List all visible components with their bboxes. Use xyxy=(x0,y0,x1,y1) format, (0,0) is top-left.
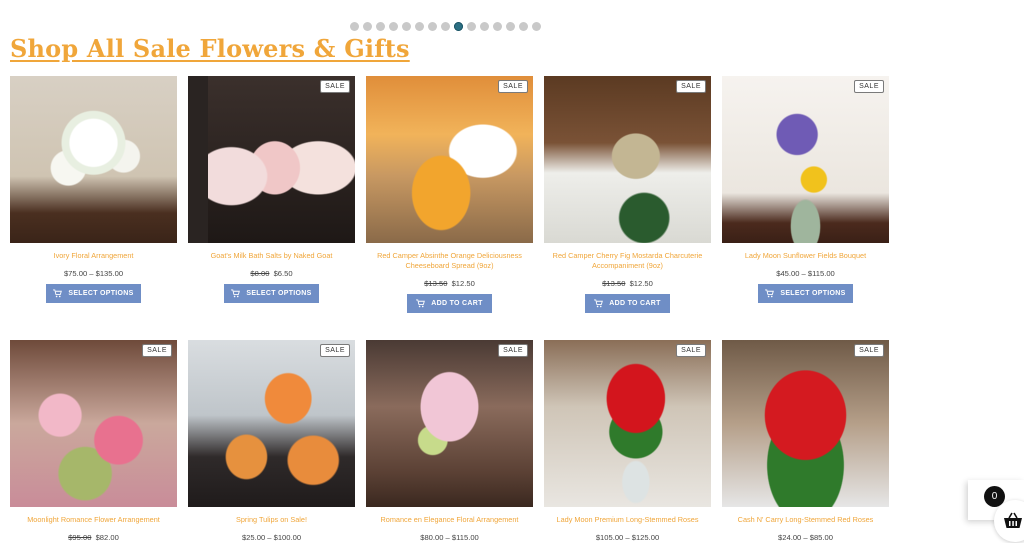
current-price: $80.00 – $115.00 xyxy=(420,533,479,542)
product-card: SALE Lady Moon Premium Long-Stemmed Rose… xyxy=(544,340,711,542)
product-name[interactable]: Red Camper Absinthe Orange Deliciousness… xyxy=(366,251,533,271)
sale-badge: SALE xyxy=(854,80,884,93)
current-price: $12.50 xyxy=(629,279,653,288)
product-price: $24.00 – $85.00 xyxy=(722,533,889,542)
product-price: $13.50 $12.50 xyxy=(544,279,711,288)
carousel-dot[interactable] xyxy=(480,22,489,31)
product-image[interactable]: SALE xyxy=(10,340,177,507)
product-name[interactable]: Ivory Floral Arrangement xyxy=(10,251,177,261)
product-card: SALE Romance en Elegance Floral Arrangem… xyxy=(366,340,533,542)
product-price: $95.00 $82.00 xyxy=(10,533,177,542)
carousel-dot[interactable] xyxy=(532,22,541,31)
button-label: ADD TO CART xyxy=(609,300,661,307)
product-card: SALE Spring Tulips on Sale! $25.00 – $10… xyxy=(188,340,355,542)
add-to-cart-button[interactable]: ADD TO CART xyxy=(585,294,670,313)
sale-badge: SALE xyxy=(320,344,350,357)
product-price: $105.00 – $125.00 xyxy=(544,533,711,542)
carousel-dot[interactable] xyxy=(467,22,476,31)
product-card: SALE Moonlight Romance Flower Arrangemen… xyxy=(10,340,177,542)
product-name[interactable]: Lady Moon Premium Long-Stemmed Roses xyxy=(544,515,711,525)
product-name[interactable]: Moonlight Romance Flower Arrangement xyxy=(10,515,177,525)
product-price: $45.00 – $115.00 xyxy=(722,269,889,278)
carousel-dot[interactable] xyxy=(389,22,398,31)
sale-badge: SALE xyxy=(854,344,884,357)
product-name[interactable]: Goat's Milk Bath Salts by Naked Goat xyxy=(188,251,355,261)
button-label: SELECT OPTIONS xyxy=(246,290,312,297)
carousel-dot[interactable] xyxy=(493,22,502,31)
cart-icon xyxy=(765,289,775,298)
product-image[interactable]: SALE xyxy=(722,76,889,243)
current-price: $75.00 – $135.00 xyxy=(63,269,124,278)
page-title[interactable]: Shop All Sale Flowers & Gifts xyxy=(10,34,410,63)
old-price: $95.00 xyxy=(68,533,92,542)
carousel-dot[interactable] xyxy=(428,22,437,31)
sale-badge: SALE xyxy=(320,80,350,93)
old-price: $13.50 xyxy=(424,279,448,288)
cart-icon xyxy=(594,299,604,308)
product-name[interactable]: Cash N' Carry Long-Stemmed Red Roses xyxy=(722,515,889,525)
product-image[interactable]: SALE xyxy=(544,76,711,243)
carousel-dot[interactable] xyxy=(350,22,359,31)
product-price: $25.00 – $100.00 xyxy=(188,533,355,542)
sale-badge: SALE xyxy=(676,344,706,357)
current-price: $12.50 xyxy=(451,279,475,288)
button-label: SELECT OPTIONS xyxy=(780,290,846,297)
add-to-cart-button[interactable]: ADD TO CART xyxy=(407,294,492,313)
product-image[interactable]: SALE xyxy=(366,76,533,243)
product-price: $8.00 $6.50 xyxy=(188,269,355,278)
product-card: Ivory Floral Arrangement $75.00 – $135.0… xyxy=(10,76,177,303)
product-price: $75.00 – $135.00 xyxy=(10,269,177,278)
current-price: $105.00 – $125.00 xyxy=(595,533,660,542)
carousel-dot[interactable] xyxy=(441,22,450,31)
product-price: $13.50 $12.50 xyxy=(366,279,533,288)
basket-icon xyxy=(1004,512,1022,528)
button-label: ADD TO CART xyxy=(431,300,483,307)
product-image[interactable] xyxy=(10,76,177,243)
sale-badge: SALE xyxy=(142,344,172,357)
sale-badge: SALE xyxy=(498,344,528,357)
floating-cart-button[interactable] xyxy=(994,500,1024,542)
product-name[interactable]: Spring Tulips on Sale! xyxy=(188,515,355,525)
current-price: $6.50 xyxy=(273,269,293,278)
current-price: $82.00 xyxy=(95,533,119,542)
product-image[interactable]: SALE xyxy=(722,340,889,507)
current-price: $25.00 – $100.00 xyxy=(241,533,302,542)
old-price: $13.50 xyxy=(602,279,626,288)
sale-badge: SALE xyxy=(498,80,528,93)
product-card: SALE Goat's Milk Bath Salts by Naked Goa… xyxy=(188,76,355,303)
carousel-dot[interactable] xyxy=(402,22,411,31)
product-image[interactable]: SALE xyxy=(544,340,711,507)
cart-icon xyxy=(53,289,63,298)
product-price: $80.00 – $115.00 xyxy=(366,533,533,542)
select-options-button[interactable]: SELECT OPTIONS xyxy=(758,284,853,303)
product-image[interactable]: SALE xyxy=(366,340,533,507)
select-options-button[interactable]: SELECT OPTIONS xyxy=(224,284,319,303)
current-price: $45.00 – $115.00 xyxy=(776,269,835,278)
carousel-dot[interactable] xyxy=(506,22,515,31)
product-name[interactable]: Romance en Elegance Floral Arrangement xyxy=(366,515,533,525)
old-price: $8.00 xyxy=(250,269,270,278)
product-card: SALE Cash N' Carry Long-Stemmed Red Rose… xyxy=(722,340,889,542)
product-card: SALE Red Camper Cherry Fig Mostarda Char… xyxy=(544,76,711,313)
product-card: SALE Red Camper Absinthe Orange Deliciou… xyxy=(366,76,533,313)
sale-badge: SALE xyxy=(676,80,706,93)
carousel-dot[interactable] xyxy=(363,22,372,31)
product-name[interactable]: Lady Moon Sunflower Fields Bouquet xyxy=(722,251,889,261)
carousel-dots xyxy=(350,22,541,31)
product-card: SALE Lady Moon Sunflower Fields Bouquet … xyxy=(722,76,889,303)
product-image[interactable]: SALE xyxy=(188,76,355,243)
carousel-dot[interactable] xyxy=(415,22,424,31)
carousel-dot[interactable] xyxy=(376,22,385,31)
product-image[interactable]: SALE xyxy=(188,340,355,507)
carousel-dot[interactable] xyxy=(519,22,528,31)
button-label: SELECT OPTIONS xyxy=(68,290,134,297)
cart-icon xyxy=(231,289,241,298)
select-options-button[interactable]: SELECT OPTIONS xyxy=(46,284,141,303)
carousel-dot[interactable] xyxy=(454,22,463,31)
current-price: $24.00 – $85.00 xyxy=(778,533,833,542)
product-name[interactable]: Red Camper Cherry Fig Mostarda Charcuter… xyxy=(544,251,711,271)
cart-icon xyxy=(416,299,426,308)
